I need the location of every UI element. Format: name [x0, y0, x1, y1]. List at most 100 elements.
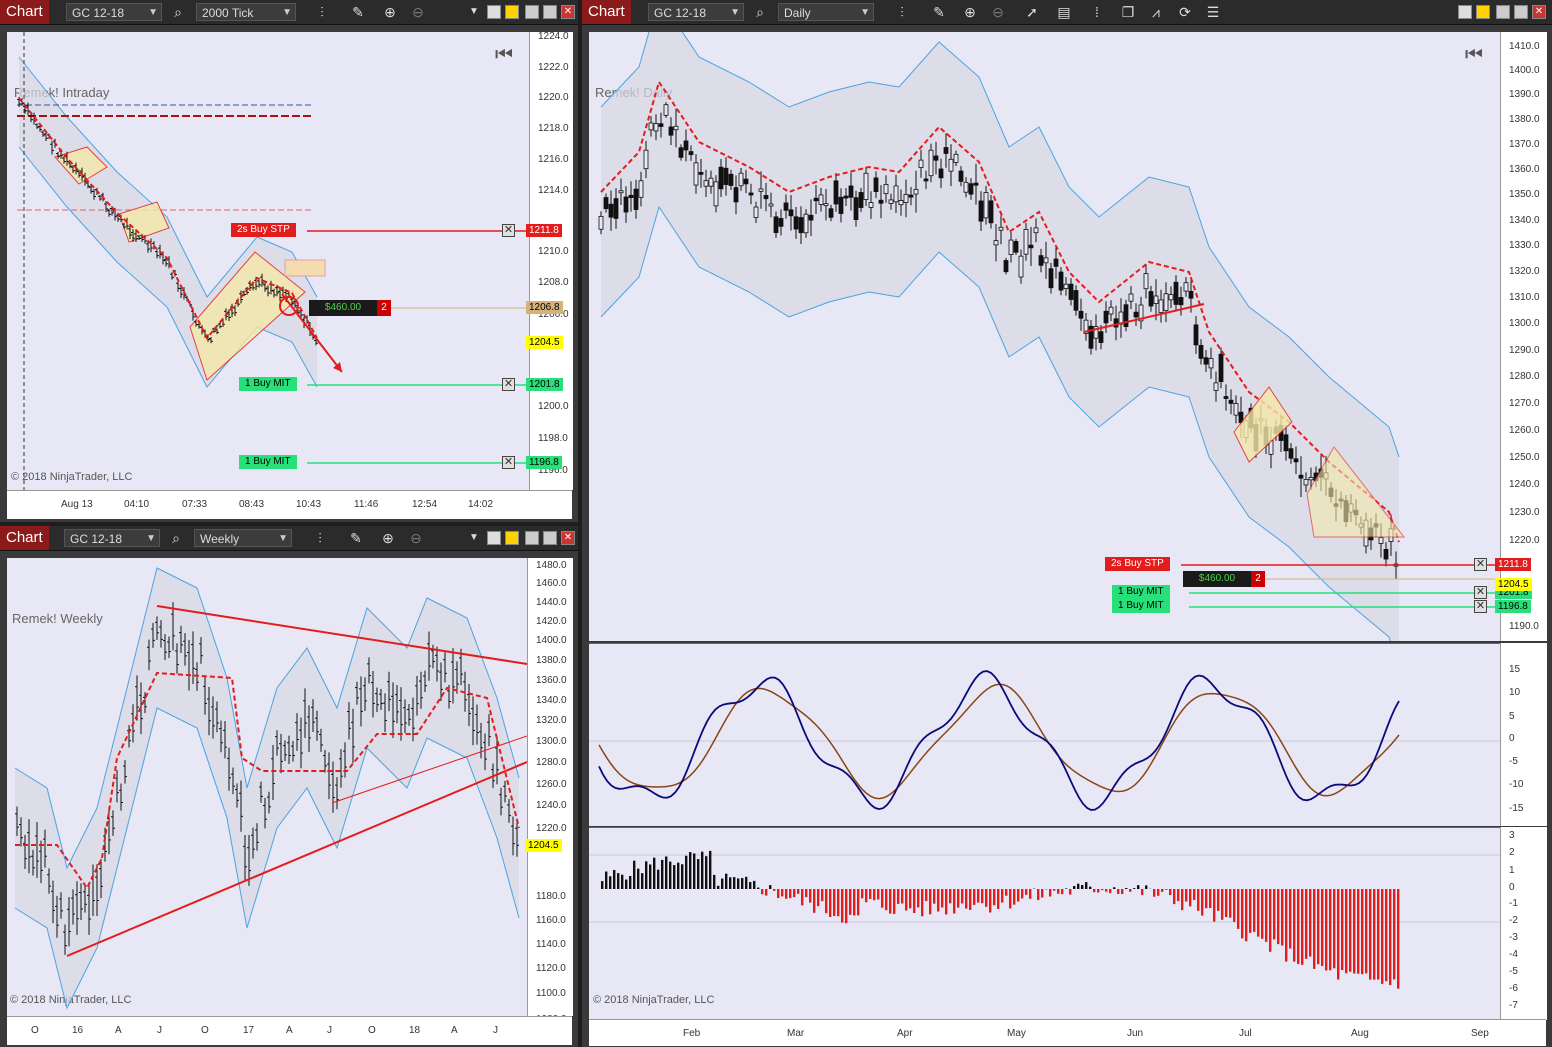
histogram-bar	[625, 879, 628, 889]
close-button[interactable]: ✕	[1532, 5, 1546, 19]
zoom-in-icon[interactable]: ⊕	[378, 528, 398, 548]
time-axis[interactable]: Aug 13 04:10 07:33 08:43 10:43 11:46 12:54 14:0…	[7, 490, 572, 519]
zoom-out-icon[interactable]: ⊖	[988, 2, 1008, 22]
minimize-button[interactable]	[1496, 5, 1510, 19]
pointer-icon[interactable]: ➚	[1022, 2, 1042, 22]
interval-select[interactable]: Daily ▼	[778, 3, 874, 21]
axis-tick-label: 1260.0	[1509, 425, 1540, 436]
cancel-mit-order-1-icon[interactable]: ✕	[1474, 586, 1487, 599]
axis-tick-label: 1310.0	[1509, 292, 1540, 303]
drawing-tool-icon[interactable]: ✎	[348, 2, 368, 22]
jump-to-end-icon[interactable]: ⏮	[1465, 44, 1483, 67]
buy-stop-order-label[interactable]: 2s Buy STP	[231, 223, 296, 237]
close-button[interactable]: ✕	[561, 531, 575, 545]
color-yellow-button[interactable]	[505, 5, 519, 19]
price-axis[interactable]: 1224.0 1222.0 1220.0 1218.0 1216.0 1214.0 1210…	[526, 31, 573, 490]
histogram-bar	[1013, 889, 1016, 905]
histogram-bar	[1093, 889, 1096, 893]
templates-icon[interactable]: ❐	[1118, 2, 1138, 22]
price-chart-area[interactable]: Remek! Daily ⏮ 2s Buy STP $460.00 2 1 Bu…	[589, 32, 1500, 641]
strategies-icon[interactable]: ⩘	[1146, 2, 1166, 22]
dropdown-chevron-icon[interactable]: ▼	[464, 528, 484, 548]
bars-type-icon[interactable]: ⫶	[312, 2, 332, 22]
search-icon[interactable]: ⌕	[750, 2, 770, 22]
zoom-out-icon[interactable]: ⊖	[408, 2, 428, 22]
candle-body	[883, 184, 889, 194]
histogram-bar	[825, 889, 828, 914]
zoom-out-icon[interactable]: ⊖	[406, 528, 426, 548]
cancel-mit-order-1-icon[interactable]: ✕	[502, 378, 515, 391]
histogram-bar	[745, 876, 748, 889]
instrument-select[interactable]: GC 12-18 ▼	[64, 529, 160, 547]
close-button[interactable]: ✕	[561, 5, 575, 19]
time-axis[interactable]: Feb Mar Apr May Jun Jul Aug Sep	[589, 1019, 1546, 1046]
dropdown-chevron-icon[interactable]: ▼	[464, 2, 484, 22]
bars-type-icon[interactable]: ⫶	[310, 528, 330, 548]
color-white-button[interactable]	[487, 5, 501, 19]
chart-menu-button[interactable]: Chart	[0, 0, 49, 24]
search-icon[interactable]: ⌕	[168, 2, 188, 22]
buy-mit-order-label-2[interactable]: 1 Buy MIT	[239, 455, 297, 469]
zoom-in-icon[interactable]: ⊕	[380, 2, 400, 22]
axis-tick-label: 1224.0	[538, 31, 569, 42]
histogram-bar	[889, 889, 892, 914]
interval-select[interactable]: 2000 Tick ▼	[196, 3, 296, 21]
cancel-stop-order-icon[interactable]: ✕	[502, 224, 515, 237]
instrument-select[interactable]: GC 12-18 ▼	[66, 3, 162, 21]
buy-mit-order-label-1[interactable]: 1 Buy MIT	[1112, 585, 1170, 599]
candle-body	[773, 216, 779, 233]
axis-tick-label: 1210.0	[538, 246, 569, 257]
buy-mit-order-label-1[interactable]: 1 Buy MIT	[239, 377, 297, 391]
interval-select[interactable]: Weekly ▼	[194, 529, 292, 547]
position-qty[interactable]: 2	[377, 300, 391, 316]
chart-menu-button[interactable]: Chart	[582, 0, 631, 24]
search-icon[interactable]: ⌕	[166, 528, 186, 548]
chart-menu-button[interactable]: Chart	[0, 526, 49, 550]
histogram-bar	[921, 889, 924, 917]
histogram-bar	[1241, 889, 1244, 939]
price-chart-area[interactable]: Remek! Intraday © 2018 NinjaTrader, LLC …	[7, 32, 529, 490]
jump-to-end-icon[interactable]: ⏮	[495, 44, 513, 67]
histogram-bar	[733, 877, 736, 889]
candle-body	[1063, 283, 1069, 289]
reload-icon[interactable]: ⟳	[1175, 2, 1195, 22]
instrument-select[interactable]: GC 12-18 ▼	[648, 3, 744, 21]
time-axis[interactable]: O 16 A J O 17 A J O 18 A J	[7, 1016, 572, 1045]
indicators-icon[interactable]: ⁞	[1087, 2, 1107, 22]
color-white-button[interactable]	[487, 531, 501, 545]
data-box-icon[interactable]: ▤	[1054, 2, 1074, 22]
price-chart-area[interactable]: Remek! Weekly © 2018 NinjaTrader, LLC	[7, 558, 527, 1016]
price-axis[interactable]: 1480.0 1460.0 1440.0 1420.0 1400.0 1380.0 1360…	[525, 558, 573, 1025]
maximize-button[interactable]	[543, 531, 557, 545]
candle-body	[1038, 255, 1044, 266]
cancel-mit-order-2-icon[interactable]: ✕	[502, 456, 515, 469]
color-yellow-button[interactable]	[505, 531, 519, 545]
buy-stop-order-label[interactable]: 2s Buy STP	[1105, 557, 1170, 571]
color-white-button[interactable]	[1458, 5, 1472, 19]
bars-type-icon[interactable]: ⫶	[892, 2, 912, 22]
color-yellow-button[interactable]	[1476, 5, 1490, 19]
price-axis[interactable]: 1410.0 1400.0 1390.0 1380.0 1370.0 1360.0 1350…	[1495, 32, 1547, 641]
candle-body	[888, 199, 894, 204]
drawing-tool-icon[interactable]: ✎	[929, 2, 949, 22]
cancel-stop-order-icon[interactable]: ✕	[1474, 558, 1487, 571]
histogram-pane[interactable]: © 2018 NinjaTrader, LLC	[589, 827, 1500, 1020]
maximize-button[interactable]	[543, 5, 557, 19]
oscillator-pane[interactable]	[589, 643, 1500, 826]
histogram-bar	[717, 885, 720, 889]
position-qty[interactable]: 2	[1251, 571, 1265, 587]
histogram-bar	[1245, 889, 1248, 942]
buy-mit-order-label-2[interactable]: 1 Buy MIT	[1112, 599, 1170, 613]
axis-tick-label: O	[368, 1025, 376, 1036]
candle-body	[793, 216, 799, 230]
axis-tick-label: 1208.0	[538, 277, 569, 288]
candle-body	[843, 195, 849, 199]
axis-tick-label: 1250.0	[1509, 452, 1540, 463]
properties-icon[interactable]: ☰	[1203, 2, 1223, 22]
minimize-button[interactable]	[525, 531, 539, 545]
minimize-button[interactable]	[525, 5, 539, 19]
maximize-button[interactable]	[1514, 5, 1528, 19]
cancel-mit-order-2-icon[interactable]: ✕	[1474, 600, 1487, 613]
drawing-tool-icon[interactable]: ✎	[346, 528, 366, 548]
zoom-in-icon[interactable]: ⊕	[960, 2, 980, 22]
